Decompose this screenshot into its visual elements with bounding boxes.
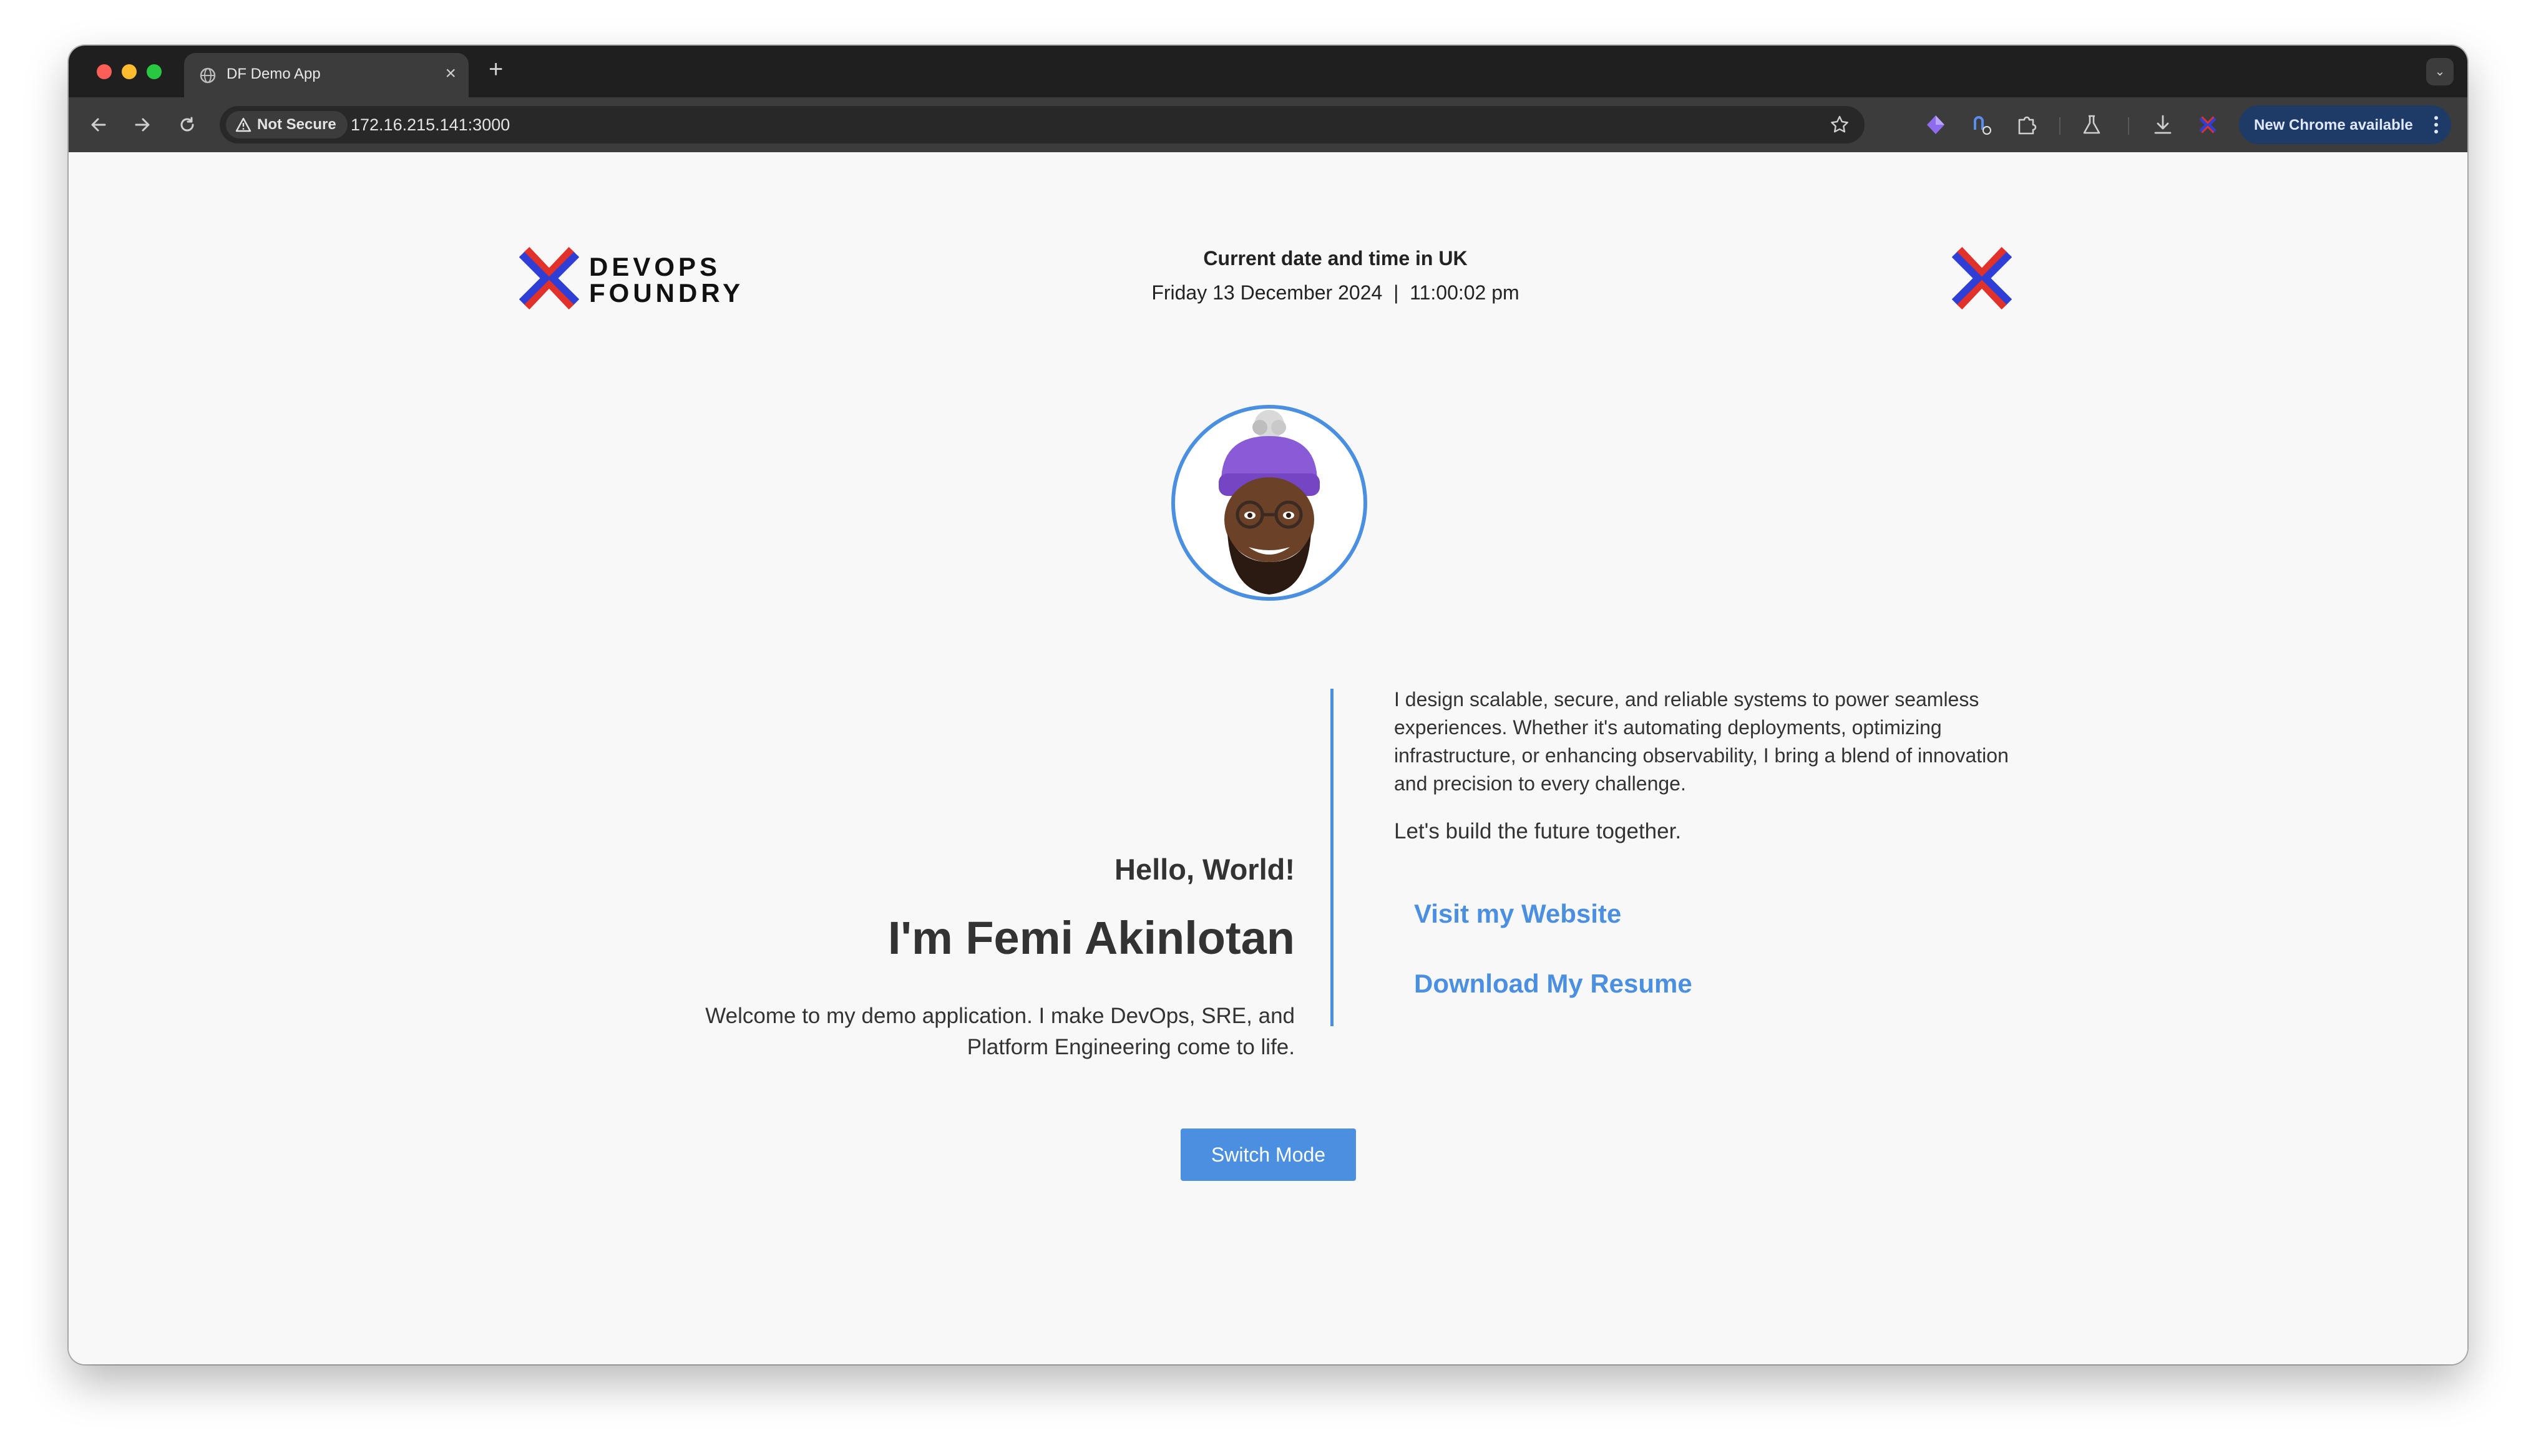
close-window-button[interactable] (97, 64, 112, 79)
download-icon[interactable] (2150, 112, 2175, 137)
vertical-divider (1330, 689, 1334, 1026)
avatar (1171, 405, 1367, 601)
security-label: Not Secure (257, 116, 336, 133)
welcome-text: Welcome to my demo application. I make D… (705, 1004, 1295, 1059)
tab-strip: DF Demo App × + ⌄ (69, 46, 2467, 97)
datetime-value: Friday 13 December 2024 | 11:00:02 pm (1023, 281, 1647, 304)
more-menu-icon (2434, 116, 2438, 133)
logo-text-foundry: FOUNDRY (589, 278, 744, 308)
password-extension-icon[interactable] (1969, 112, 1994, 137)
toolbar-separator (2128, 117, 2129, 135)
date-time-separator: | (1393, 281, 1399, 304)
logo-mark: DEVOPS FOUNDRY (519, 246, 744, 310)
logo-text-devops: DEVOPS (589, 252, 721, 281)
tab-search-button[interactable]: ⌄ (2426, 58, 2454, 85)
address-bar[interactable]: Not Secure 172.16.215.141:3000 (220, 106, 1865, 143)
reload-icon[interactable] (176, 114, 198, 136)
puzzle-icon[interactable] (2014, 112, 2039, 137)
globe-icon (200, 67, 216, 84)
page-content: DEVOPS FOUNDRY Current date and time in … (69, 152, 2467, 1364)
security-indicator[interactable]: Not Secure (226, 111, 348, 138)
devops-foundry-logo[interactable]: DEVOPS FOUNDRY (517, 245, 754, 316)
download-resume-link[interactable]: Download My Resume (1414, 969, 2024, 999)
warning-icon (235, 117, 251, 132)
url-text[interactable]: 172.16.215.141:3000 (351, 115, 510, 135)
back-arrow-icon[interactable] (87, 114, 110, 136)
date-text: Friday 13 December 2024 (1151, 281, 1383, 304)
tab-close-icon[interactable]: × (445, 64, 456, 83)
maximize-window-button[interactable] (147, 64, 162, 79)
devops-extension-icon[interactable] (2195, 112, 2220, 137)
flask-icon[interactable] (2079, 112, 2104, 137)
intro-section: Hello, World! I'm Femi Akinlotan Welcome… (693, 807, 1295, 1063)
datetime-title: Current date and time in UK (1203, 247, 1468, 269)
logo-x-icon (1951, 246, 2012, 310)
memoji-avatar-image (1219, 410, 1320, 595)
time-text: 11:00:02 pm (1410, 281, 1519, 304)
tagline-text: Let's build the future together. (1394, 819, 1682, 843)
forward-arrow-icon[interactable] (131, 114, 154, 136)
devops-foundry-icon (1949, 245, 2017, 315)
browser-toolbar: Not Secure 172.16.215.141:3000 New Chrom… (69, 97, 2467, 152)
uk-datetime: Current date and time in UK Friday 13 De… (1023, 247, 1647, 304)
star-icon[interactable] (1828, 114, 1851, 136)
about-section: I design scalable, secure, and reliable … (1394, 686, 2024, 999)
bio-text: I design scalable, secure, and reliable … (1394, 688, 2009, 795)
greeting-heading: Hello, World! (1114, 853, 1295, 886)
switch-mode-button[interactable]: Switch Mode (1181, 1128, 1356, 1181)
update-label: New Chrome available (2254, 117, 2413, 133)
browser-window: DF Demo App × + ⌄ Not Secure 172.16.215.… (69, 46, 2467, 1364)
visit-website-link[interactable]: Visit my Website (1414, 899, 2024, 929)
minimize-window-button[interactable] (122, 64, 137, 79)
toolbar-separator (2059, 117, 2060, 135)
browser-tab[interactable]: DF Demo App × (184, 53, 469, 97)
gem-extension-icon[interactable] (1923, 112, 1948, 137)
name-heading: I'm Femi Akinlotan (887, 912, 1295, 964)
new-chrome-available-button[interactable]: New Chrome available (2239, 105, 2451, 144)
tab-title: DF Demo App (227, 66, 321, 82)
new-tab-button[interactable]: + (489, 57, 503, 82)
